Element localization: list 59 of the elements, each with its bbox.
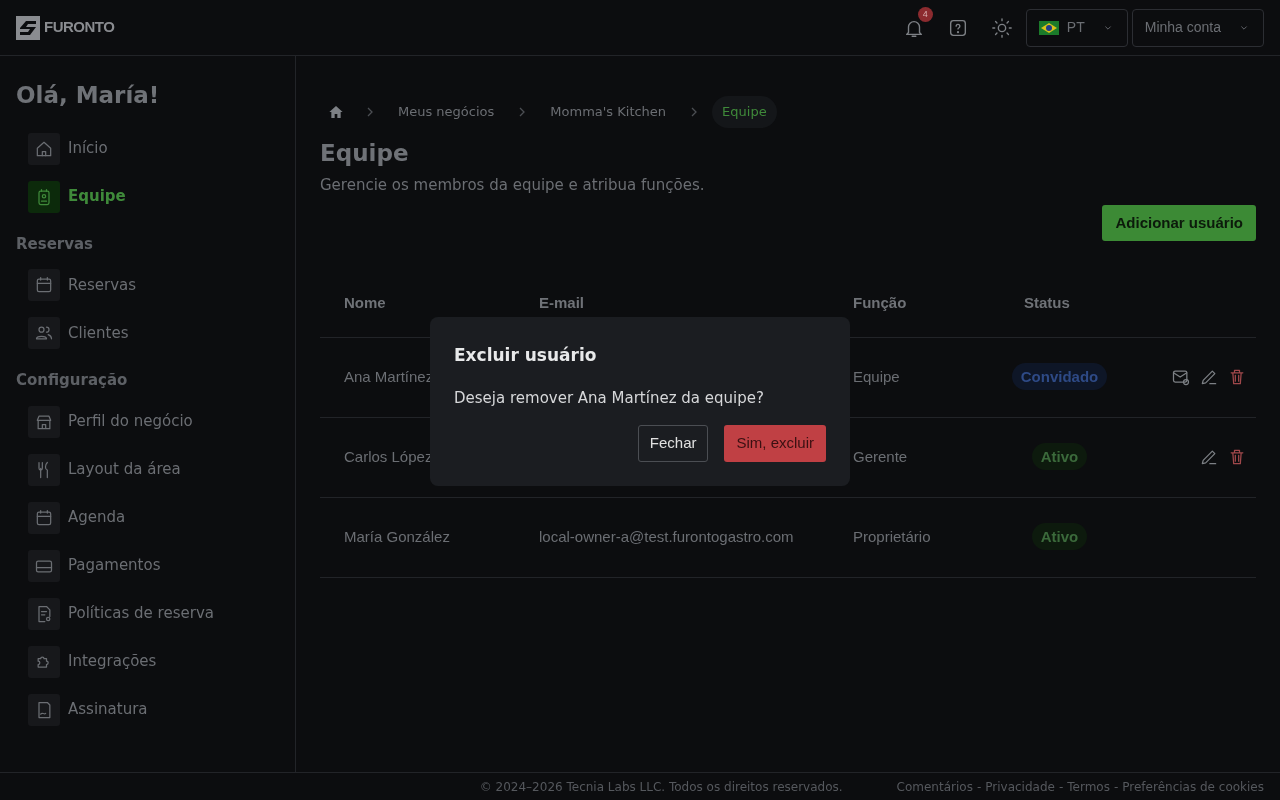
sidebar-item[interactable]: Início: [16, 124, 279, 173]
sidebar-item[interactable]: Assinatura: [16, 685, 279, 734]
table-cell: Ana Martínez: [344, 367, 434, 385]
footer-link[interactable]: Termos: [1067, 777, 1110, 796]
account-menu[interactable]: Minha conta: [1131, 8, 1264, 47]
sun-icon: [990, 17, 1013, 39]
sidebar-item[interactable]: Pagamentos: [16, 541, 279, 590]
add-user-button[interactable]: Adicionar usuário: [1102, 204, 1256, 241]
section-heading: Reservas: [16, 233, 95, 255]
breadcrumb-link[interactable]: Meus negócios: [388, 96, 505, 128]
link-separator: -: [1058, 778, 1064, 796]
table-cell: Proprietário: [853, 527, 931, 545]
section-heading: Configuração: [16, 370, 129, 391]
confirm-delete-button[interactable]: Sim, excluir: [724, 425, 826, 462]
page-title: Equipe: [320, 138, 410, 168]
copyright: © 2024–2026 Tecnia Labs LLC. Todos os direitos reservados.: [479, 778, 843, 796]
logo-icon: [16, 15, 40, 40]
sidebar-item[interactable]: Layout da área: [16, 445, 279, 494]
sidebar-item[interactable]: Clientes: [16, 309, 279, 357]
sidebar-item[interactable]: Políticas de reserva: [16, 589, 279, 638]
dialog-message: Deseja remover Ana Martínez da equipe?: [454, 387, 765, 409]
table-cell: María González: [344, 527, 450, 545]
sidebar-item[interactable]: Reservas: [16, 261, 279, 309]
chevron-right-icon: [366, 106, 374, 117]
home-icon[interactable]: [328, 104, 344, 120]
footer-link[interactable]: Comentários: [896, 777, 973, 796]
link-separator: -: [976, 778, 982, 796]
brand-name: FURONTO: [44, 17, 115, 38]
language-selector[interactable]: PT: [1025, 8, 1128, 47]
close-button[interactable]: Fechar: [637, 425, 709, 462]
dialog-title: Excluir usuário: [454, 344, 598, 367]
table-cell: Carlos López: [344, 447, 433, 465]
sidebar-item[interactable]: Agenda: [16, 493, 279, 542]
breadcrumb-link[interactable]: Momma's Kitchen: [540, 96, 677, 128]
column-header: E-mail: [539, 293, 584, 311]
notification-count: 4: [917, 6, 933, 22]
column-header: Nome: [344, 293, 386, 311]
breadcrumb-link[interactable]: Equipe: [712, 96, 777, 128]
sidebar-item[interactable]: Perfil do negócio: [16, 397, 279, 446]
table-cell: Gerente: [853, 447, 908, 465]
table-cell: Equipe: [853, 367, 900, 385]
calendar-icon: [34, 507, 54, 528]
status-badge: Ativo: [1031, 522, 1088, 550]
status-badge: Convidado: [1011, 362, 1108, 390]
brazil-flag-icon: [1038, 20, 1059, 35]
sidebar-item[interactable]: Equipe: [16, 172, 279, 221]
calendar-icon: [34, 275, 54, 295]
page-subtitle: Gerencie os membros da equipe e atribua funções.: [320, 175, 706, 196]
status-badge: Ativo: [1031, 442, 1088, 470]
chevron-right-icon: [518, 106, 527, 117]
table-cell: local-owner-a@test.furontogastro.com: [539, 527, 794, 545]
chevron-right-icon: [690, 106, 699, 117]
column-header: Status: [1024, 293, 1070, 311]
footer-link[interactable]: Preferências de cookies: [1122, 777, 1264, 796]
link-separator: -: [1113, 778, 1119, 796]
greeting: Olá, María!: [16, 81, 161, 110]
footer-link[interactable]: Privacidade: [985, 777, 1055, 796]
column-header: Função: [853, 293, 907, 311]
sidebar-item[interactable]: Integrações: [16, 637, 279, 686]
